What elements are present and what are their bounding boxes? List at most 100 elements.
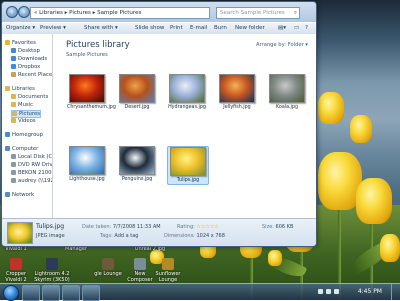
volume-tray-icon[interactable] xyxy=(334,289,339,294)
address-bar[interactable]: « Libraries ▸ Pictures ▸ Sample Pictures xyxy=(30,7,210,19)
taskbar: 4:45 PM xyxy=(0,283,400,301)
image-thumbnail xyxy=(119,74,155,103)
documents-icon xyxy=(11,94,16,99)
image-thumbnail xyxy=(69,74,105,103)
tulip xyxy=(318,92,344,124)
file-item-hydrangeas-jpg[interactable]: Hydrangeas.jpg xyxy=(167,74,207,111)
file-item-penguins-jpg[interactable]: Penguins.jpg xyxy=(117,146,157,183)
library-title: Pictures library xyxy=(66,40,130,50)
file-name: Desert.jpg xyxy=(124,105,150,110)
nav-item-downloads[interactable]: Downloads xyxy=(11,56,47,62)
image-thumbnail xyxy=(169,74,205,103)
tray-arrow-icon[interactable] xyxy=(318,289,323,294)
details-pane: Tulips.jpg JPEG image Date taken: 7/7/20… xyxy=(2,218,316,246)
new-folder-button[interactable]: New folder xyxy=(235,25,265,31)
nav-item-dvd-rw-drive-d[interactable]: DVD RW Drive (D xyxy=(11,162,52,168)
pictures-icon xyxy=(12,111,17,116)
nav-item-audrey-192-168[interactable]: audrey (\\192.168 xyxy=(11,178,52,184)
desktop-icon xyxy=(11,48,16,53)
search-input[interactable]: Search Sample Pictures ⌕ xyxy=(216,7,300,19)
image-thumbnail xyxy=(170,147,206,176)
file-item-jellyfish-jpg[interactable]: Jellyfish.jpg xyxy=(217,74,257,111)
help-icon[interactable]: ? xyxy=(305,25,308,31)
tulip xyxy=(380,234,400,262)
preview-pane-icon[interactable]: ▭ xyxy=(294,25,299,31)
file-name: Penguins.jpg xyxy=(121,177,153,182)
file-name: Tulips.jpg xyxy=(176,178,200,183)
share-with-button[interactable]: Share with ▾ xyxy=(84,25,118,31)
file-item-tulips-jpg[interactable]: Tulips.jpg xyxy=(167,146,209,185)
nav-item-pictures[interactable]: Pictures xyxy=(11,110,41,118)
file-item-desert-jpg[interactable]: Desert.jpg xyxy=(117,74,157,111)
email-button[interactable]: E-mail xyxy=(190,25,207,31)
music-icon xyxy=(11,102,16,107)
network-tray-icon[interactable] xyxy=(326,289,331,294)
file-item-lighthouse-jpg[interactable]: Lighthouse.jpg xyxy=(67,146,107,183)
folder-icon xyxy=(102,258,114,270)
taskbar-media-button[interactable] xyxy=(62,285,80,301)
videos-icon xyxy=(11,118,16,123)
taskbar-explorer-button[interactable] xyxy=(42,285,60,301)
disk-icon xyxy=(11,154,16,159)
add-tag-field[interactable]: Add a tag xyxy=(114,233,138,239)
recent-icon xyxy=(11,72,16,77)
drive-icon xyxy=(11,170,16,175)
dvd-icon xyxy=(11,162,16,167)
print-button[interactable]: Print xyxy=(170,25,183,31)
downloads-icon xyxy=(11,56,16,61)
nav-item-music[interactable]: Music xyxy=(11,102,33,108)
app-icon xyxy=(10,258,22,270)
nav-item-documents[interactable]: Documents xyxy=(11,94,48,100)
nav-item-bekon-21000-f[interactable]: BEKON 21000 (F: xyxy=(11,170,52,176)
burn-button[interactable]: Burn xyxy=(214,25,227,31)
desktop-icon-cropper[interactable]: Cropper Vivaldi 2 xyxy=(0,258,32,283)
nav-item-computer[interactable]: Computer xyxy=(5,146,38,152)
file-name: Chrysanthemum.jpg xyxy=(67,105,116,110)
dropbox-icon xyxy=(11,64,16,69)
back-button[interactable]: ‹ xyxy=(6,6,18,18)
view-options-icon[interactable]: ▤▾ xyxy=(278,25,286,31)
taskbar-ie-button[interactable] xyxy=(22,285,40,301)
nav-item-desktop[interactable]: Desktop xyxy=(11,48,40,54)
nav-item-dropbox[interactable]: Dropbox xyxy=(11,64,40,70)
window-titlebar: ‹ › « Libraries ▸ Pictures ▸ Sample Pict… xyxy=(2,2,316,22)
arrange-by[interactable]: Arrange by: Folder ▾ xyxy=(256,42,308,48)
show-desktop-button[interactable] xyxy=(391,284,400,300)
nav-item-favorites[interactable]: Favorites xyxy=(5,40,36,46)
desktop-icon-sunflower[interactable]: Sunflower Lounge xyxy=(152,258,184,283)
arrange-by-dropdown[interactable]: Folder ▾ xyxy=(288,42,308,48)
tulip xyxy=(350,115,372,143)
slide-show-button[interactable]: Slide show xyxy=(135,25,164,31)
explorer-window: ‹ › « Libraries ▸ Pictures ▸ Sample Pict… xyxy=(1,1,317,247)
nav-item-homegroup[interactable]: Homegroup xyxy=(5,132,43,138)
nav-item-recent-places[interactable]: Recent Places xyxy=(11,72,52,78)
file-item-koala-jpg[interactable]: Koala.jpg xyxy=(267,74,307,111)
details-filename: Tulips.jpg xyxy=(36,223,65,230)
details-date: Date taken: 7/7/2008 11:33 AM xyxy=(82,224,161,230)
nav-item-local-disk-c[interactable]: Local Disk (C:) xyxy=(11,154,52,160)
file-name: Jellyfish.jpg xyxy=(223,105,251,110)
file-item-chrysanthemum-jpg[interactable]: Chrysanthemum.jpg xyxy=(67,74,116,111)
details-dimensions: Dimensions: 1024 x 768 xyxy=(164,233,225,239)
tulip xyxy=(268,250,282,266)
start-button[interactable] xyxy=(3,285,19,301)
file-name: Lighthouse.jpg xyxy=(69,177,105,182)
library-icon xyxy=(5,86,10,91)
preview-button[interactable]: Preview ▾ xyxy=(40,25,66,31)
lightroom-icon xyxy=(46,258,58,270)
file-name: Hydrangeas.jpg xyxy=(168,105,206,110)
desktop-icon-lounge[interactable]: gle Lounge xyxy=(92,258,124,277)
rating-stars[interactable]: ☆☆☆☆☆ xyxy=(196,224,218,230)
nav-item-libraries[interactable]: Libraries xyxy=(5,86,35,92)
image-thumbnail xyxy=(119,146,155,175)
preview-thumbnail xyxy=(7,222,33,244)
computer-icon xyxy=(5,146,10,151)
file-icon xyxy=(134,258,146,270)
organize-button[interactable]: Organize ▾ xyxy=(6,25,35,31)
clock[interactable]: 4:45 PM xyxy=(358,288,382,295)
forward-button[interactable]: › xyxy=(18,6,30,18)
nav-item-videos[interactable]: Videos xyxy=(11,118,36,124)
network-drive-icon xyxy=(11,178,16,183)
taskbar-app-button[interactable] xyxy=(82,285,100,301)
nav-item-network[interactable]: Network xyxy=(5,192,34,198)
